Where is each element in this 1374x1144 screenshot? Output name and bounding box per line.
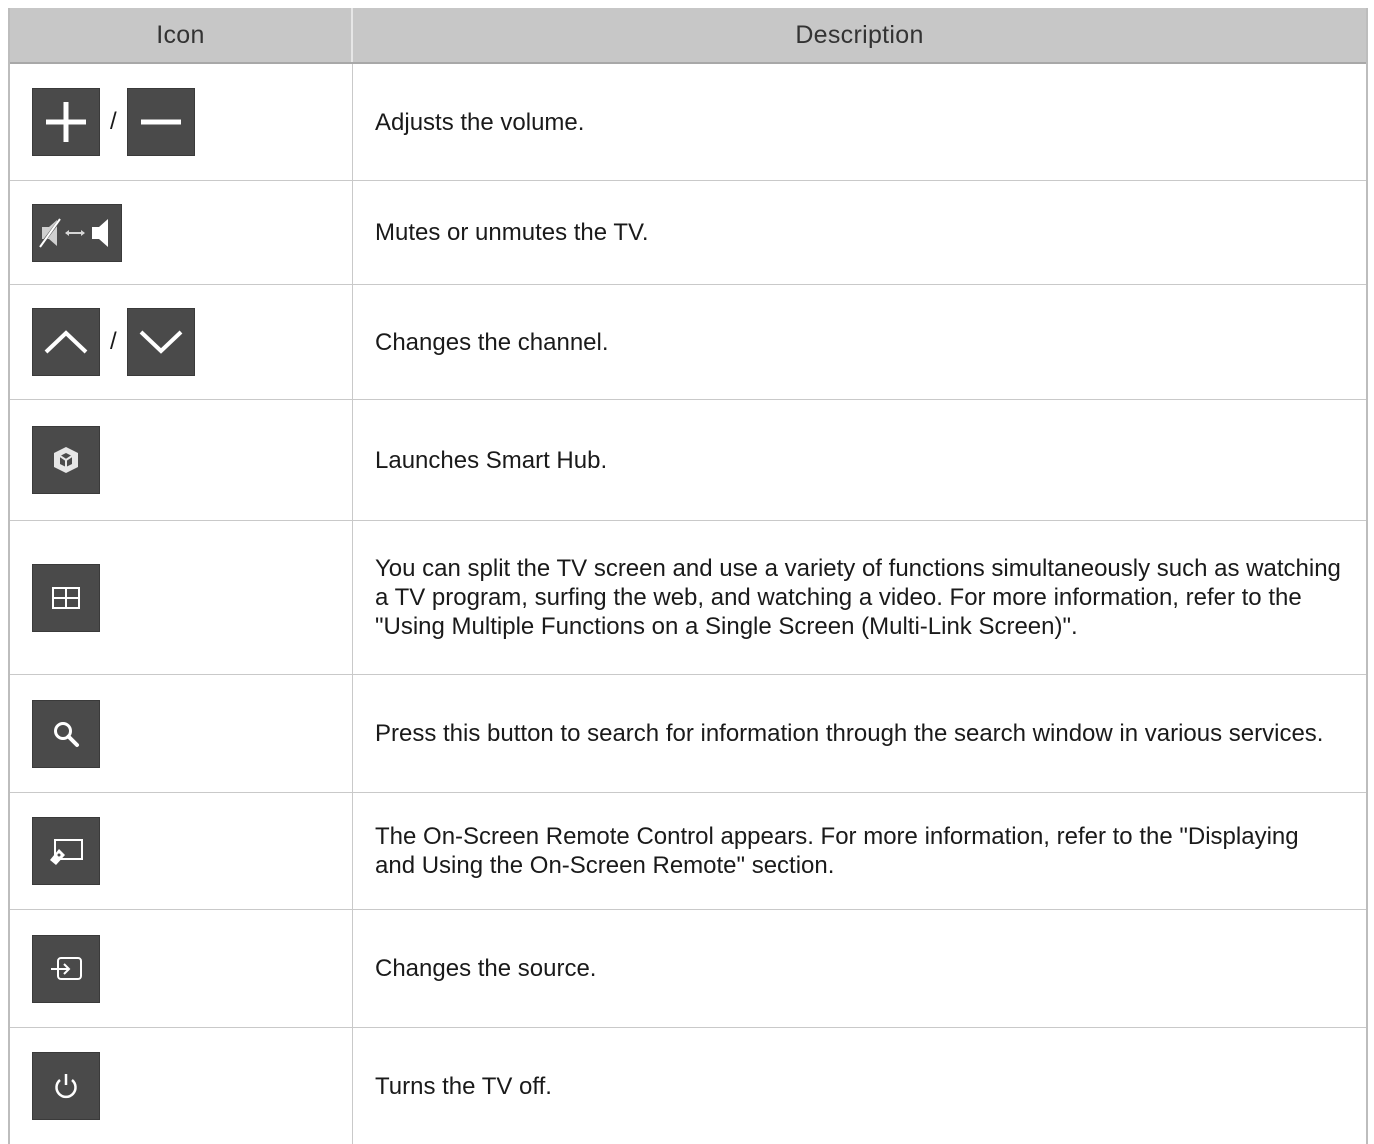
description-cell: Press this button to search for informat… — [375, 720, 1324, 747]
icon-cell — [10, 793, 353, 909]
minus-icon — [126, 88, 195, 156]
description-cell: The On-Screen Remote Control appears. Fo… — [375, 823, 1299, 879]
header-icon: Icon — [10, 8, 353, 62]
icon-cell: / — [10, 64, 353, 180]
multi-link-screen-icon — [32, 563, 100, 632]
table-row: You can split the TV screen and use a va… — [10, 521, 1366, 675]
search-icon — [32, 699, 100, 768]
table-row: / Changes the channel. — [10, 285, 1366, 400]
table-row: Launches Smart Hub. — [10, 400, 1366, 521]
power-icon — [32, 1052, 100, 1120]
description-cell: Changes the source. — [375, 955, 597, 982]
icon-cell — [10, 181, 353, 284]
header-description: Description — [795, 20, 924, 49]
description-cell: Launches Smart Hub. — [375, 446, 608, 474]
icon-cell — [10, 675, 353, 792]
table-row: Turns the TV off. — [10, 1028, 1366, 1144]
on-screen-remote-icon — [32, 817, 100, 885]
icon-cell: / — [10, 285, 353, 399]
mute-toggle-icon — [32, 203, 122, 262]
icon-cell — [10, 910, 353, 1027]
description-cell: You can split the TV screen and use a va… — [375, 555, 1341, 640]
description-cell: Mutes or unmutes the TV. — [375, 219, 649, 246]
icon-cell — [10, 521, 353, 674]
smart-hub-icon — [32, 426, 100, 494]
description-cell: Changes the channel. — [375, 328, 609, 356]
plus-icon — [32, 88, 100, 156]
table-row: Press this button to search for informat… — [10, 675, 1366, 793]
table-row: Mutes or unmutes the TV. — [10, 181, 1366, 285]
description-cell: Adjusts the volume. — [375, 108, 585, 136]
icon-description-table: Icon Description / Adjusts the volume. M… — [8, 8, 1368, 1144]
chevron-up-icon — [32, 308, 100, 376]
icon-cell — [10, 1028, 353, 1144]
description-cell: Turns the TV off. — [375, 1072, 552, 1100]
source-icon — [32, 934, 100, 1003]
icon-separator: / — [110, 108, 117, 135]
table-row: The On-Screen Remote Control appears. Fo… — [10, 793, 1366, 910]
table-header: Icon Description — [10, 8, 1366, 64]
table-row: / Adjusts the volume. — [10, 64, 1366, 181]
table-row: Changes the source. — [10, 910, 1366, 1028]
icon-separator: / — [110, 328, 117, 355]
chevron-down-icon — [126, 308, 195, 376]
icon-cell — [10, 400, 353, 520]
